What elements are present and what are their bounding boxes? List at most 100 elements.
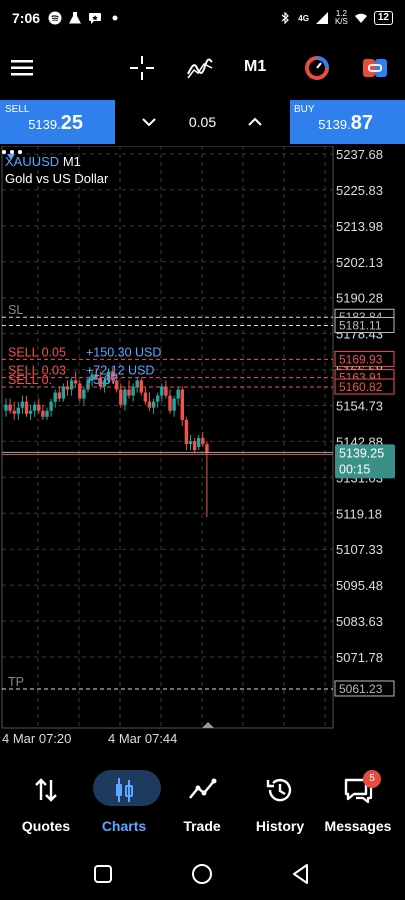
candle-body <box>135 380 139 387</box>
lot-size-control: 0.05 <box>115 100 290 144</box>
new-order-button[interactable] <box>359 52 391 84</box>
candle-body <box>4 404 8 411</box>
crosshair-button[interactable] <box>126 52 158 84</box>
buy-label: BUY <box>294 104 315 115</box>
price-tag-text: 5061.23 <box>339 682 383 696</box>
trade-icon <box>189 778 217 799</box>
bottom-navigation: Quotes Charts Trade History 5 Messages <box>0 762 405 838</box>
more-options-icon[interactable] <box>0 146 24 158</box>
nav-label-charts: Charts <box>101 818 147 834</box>
candle-body <box>201 438 205 445</box>
y-tick-label: 5107.33 <box>336 542 383 557</box>
candle-body <box>160 386 164 396</box>
y-tick-label: 5083.63 <box>336 614 383 629</box>
candle-body <box>123 389 127 405</box>
candle-body <box>57 392 61 399</box>
network-type: 4G <box>298 13 309 23</box>
candle-body <box>139 380 143 393</box>
back-icon[interactable] <box>289 862 313 886</box>
y-tick-label: 5225.83 <box>336 183 383 198</box>
price-line-label: SELL 0. <box>8 373 52 387</box>
price-line-label: SELL 0.05 <box>8 345 66 359</box>
chat-bubble-icon <box>89 13 102 24</box>
nav-history[interactable]: History <box>240 770 320 836</box>
signal-icon <box>315 12 328 24</box>
trade-bar: SELL 5139.25 0.05 BUY 5139.87 <box>0 100 405 144</box>
history-icon <box>266 778 292 802</box>
status-notification-icons <box>48 11 122 25</box>
nav-label-history: History <box>255 818 305 834</box>
candle-body <box>205 444 209 454</box>
candle-body <box>164 386 168 396</box>
time-marker-icon <box>202 722 214 728</box>
dot-icon <box>112 15 118 21</box>
nav-charts[interactable]: Charts <box>84 770 164 836</box>
symbol-description: Gold vs US Dollar <box>5 171 109 186</box>
spotify-icon <box>48 11 62 25</box>
x-tick-label: 4 Mar 07:20 <box>2 731 71 746</box>
charts-icon <box>116 778 133 802</box>
hamburger-icon <box>11 60 33 76</box>
buy-button[interactable]: BUY 5139.87 <box>290 100 405 144</box>
symbol-timeframe: M1 <box>62 154 81 169</box>
candle-body <box>192 441 197 451</box>
buy-price: 5139.87 <box>318 112 373 134</box>
net-speed: 1.2 K/S <box>334 9 348 26</box>
one-click-trading-button[interactable] <box>301 52 333 84</box>
candle-body <box>197 438 201 448</box>
candle-body <box>151 401 156 408</box>
sell-label: SELL <box>5 104 30 115</box>
chevron-up-icon <box>248 117 262 126</box>
flask-icon <box>69 12 82 24</box>
one-click-trading-icon <box>305 56 329 80</box>
crosshair-icon <box>130 56 154 80</box>
candle-body <box>12 410 16 414</box>
candle-body <box>188 441 193 445</box>
indicators-button[interactable] <box>184 52 216 84</box>
status-bar: 7:06 4G 1.2 K/S 12 <box>0 0 405 36</box>
recents-icon[interactable] <box>91 862 115 886</box>
lot-increase-button[interactable] <box>243 110 267 134</box>
y-tick-label: 5202.13 <box>336 255 383 270</box>
candle-body <box>61 386 66 399</box>
candle-body <box>82 389 86 399</box>
candle-body <box>184 419 189 445</box>
sell-price: 5139.25 <box>28 112 83 134</box>
candle-body <box>147 401 152 408</box>
current-price-text: 5139.25 <box>339 446 384 460</box>
candle-body <box>180 389 184 420</box>
candle-body <box>49 401 53 411</box>
candle-body <box>41 410 45 417</box>
y-tick-label: 5071.78 <box>336 650 383 665</box>
candle-body <box>143 392 148 402</box>
timeframe-button[interactable]: M1 <box>244 58 266 76</box>
price-line-label: TP <box>8 675 24 689</box>
battery-indicator: 12 <box>373 11 393 25</box>
menu-button[interactable] <box>6 52 38 84</box>
x-tick-label: 4 Mar 07:44 <box>108 731 177 746</box>
home-icon[interactable] <box>190 862 214 886</box>
candle-body <box>119 389 123 405</box>
price-chart[interactable]: 5237.68 5225.83 5213.98 5202.13 5190.28 5178.… <box>0 146 405 750</box>
nav-messages[interactable]: 5 Messages <box>318 770 398 836</box>
price-tag-text: 5160.82 <box>339 380 383 394</box>
price-tag-text: 5169.93 <box>339 352 383 366</box>
price-tag-text: 5181.11 <box>339 319 382 333</box>
countdown-text: 00:15 <box>339 462 370 476</box>
indicator-icon <box>187 58 213 79</box>
candle-body <box>53 392 57 402</box>
candle-body <box>33 404 37 411</box>
nav-quotes[interactable]: Quotes <box>6 770 86 836</box>
candle-body <box>16 407 20 414</box>
y-tick-label: 5095.48 <box>336 578 383 593</box>
candle-body <box>28 410 33 414</box>
candle-body <box>20 401 25 408</box>
price-line-profit: +150.30 USD <box>86 345 161 359</box>
sell-button[interactable]: SELL 5139.25 <box>0 100 115 144</box>
nav-trade[interactable]: Trade <box>162 770 242 836</box>
wifi-icon <box>354 13 367 23</box>
candle-body <box>37 404 41 411</box>
chart-canvas[interactable]: 5237.685225.835213.985202.135190.285178.… <box>0 146 405 750</box>
plot-border <box>1 146 334 729</box>
system-navigation <box>0 848 405 900</box>
